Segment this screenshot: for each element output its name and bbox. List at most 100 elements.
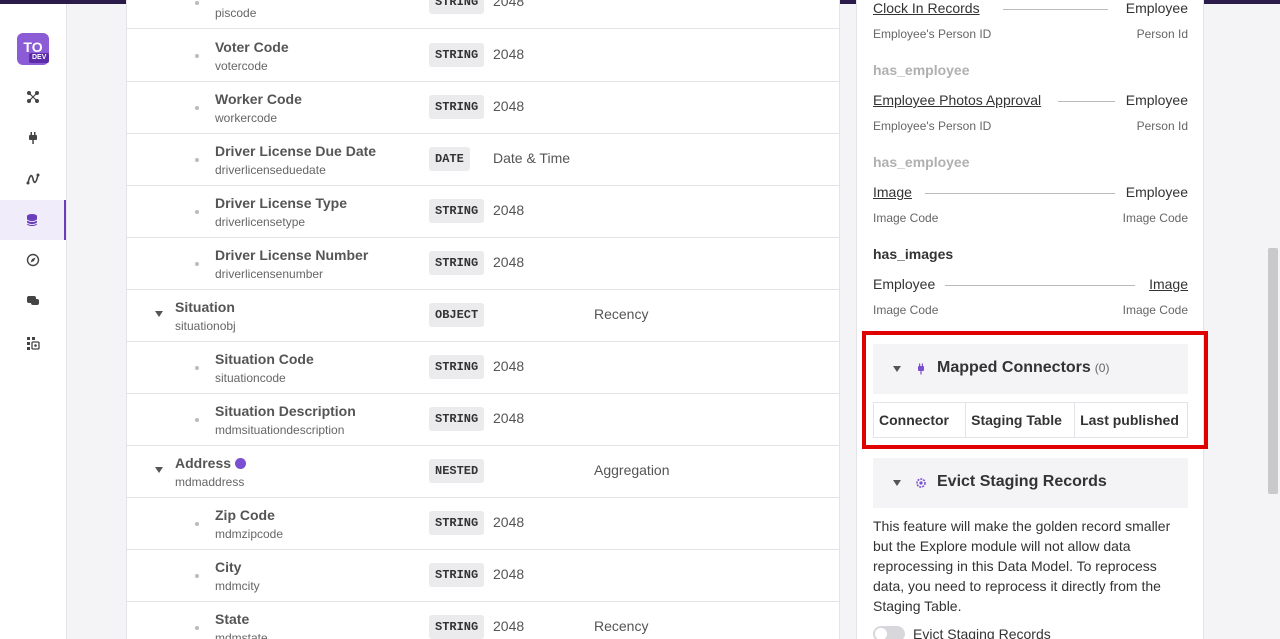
field-row[interactable]: Situation Code situationcode STRING 2048 — [127, 341, 839, 394]
relationship-keys: Image Code Image Code — [873, 211, 1188, 225]
type-badge: STRING — [429, 251, 485, 275]
field-size: Date & Time — [493, 150, 571, 166]
bullet — [195, 106, 199, 110]
field-name: Driver License Number — [215, 247, 369, 263]
field-row-group[interactable]: Situation situationobj OBJECT Recency — [127, 289, 839, 342]
highlight-box — [862, 331, 1208, 449]
type-badge: STRING — [429, 511, 485, 535]
bullet — [195, 262, 199, 266]
bullet — [195, 366, 199, 370]
relationship-line: Image Employee — [873, 184, 1188, 204]
bullet — [195, 54, 199, 58]
field-row[interactable]: Driver License Number driverlicensenumbe… — [127, 237, 839, 290]
network-icon[interactable] — [22, 86, 44, 108]
compass-icon[interactable] — [22, 249, 44, 271]
field-row[interactable]: City mdmcity STRING 2048 — [127, 549, 839, 602]
field-row[interactable]: Voter Code votercode STRING 2048 — [127, 29, 839, 82]
relationship-source-key: Image Code — [873, 211, 939, 225]
type-badge: STRING — [429, 0, 485, 14]
field-row[interactable]: State mdmstate STRING 2048 Recency — [127, 601, 839, 639]
relationship-source-link[interactable]: Employee Photos Approval — [873, 92, 1041, 108]
field-code: driverlicenseduedate — [215, 163, 326, 177]
field-name: Voter Code — [215, 39, 289, 55]
field-size: 2048 — [493, 46, 525, 62]
field-code: mdmstate — [215, 631, 268, 639]
relationship-line: Employee Photos Approval Employee — [873, 92, 1188, 112]
bullet — [195, 418, 199, 422]
bullet — [195, 522, 199, 526]
collapse-caret-icon[interactable] — [155, 467, 163, 473]
field-size: 2048 — [493, 0, 525, 9]
evict-toggle[interactable] — [873, 626, 905, 639]
field-size: 2048 — [493, 410, 525, 426]
field-row-group[interactable]: Address mdmaddress NESTED Aggregation — [127, 445, 839, 498]
database-icon[interactable] — [0, 200, 66, 240]
relationship-source-link[interactable]: Image — [873, 184, 912, 200]
bullet — [195, 1, 199, 5]
relationship-line: Clock In Records Employee — [873, 0, 1188, 20]
sidebar: TO DEV — [0, 4, 67, 639]
details-panel: Clock In Records Employee Employee's Per… — [856, 0, 1204, 639]
field-row[interactable]: Zip Code mdmzipcode STRING 2048 — [127, 497, 839, 550]
type-badge: STRING — [429, 95, 485, 119]
relationship-line: Employee Image — [873, 276, 1188, 296]
grid-settings-icon[interactable] — [22, 332, 44, 354]
relationship-source-link[interactable]: Clock In Records — [873, 0, 980, 16]
evict-staging-header[interactable]: Evict Staging Records — [873, 458, 1188, 508]
scrollbar-thumb[interactable] — [1268, 248, 1278, 494]
field-code: mdmaddress — [175, 475, 245, 489]
field-code: driverlicensetype — [215, 215, 306, 229]
field-name: Situation Code — [215, 351, 314, 367]
nested-icon — [235, 458, 247, 469]
relationship-title: has_images — [873, 246, 954, 262]
env-badge: DEV — [29, 53, 50, 63]
field-name: Worker Code — [215, 91, 302, 107]
collapse-caret-icon[interactable] — [155, 311, 163, 317]
field-code: mdmsituationdescription — [215, 423, 345, 437]
field-code: piscode — [215, 6, 257, 20]
field-code: situationobj — [175, 319, 236, 333]
field-size: 2048 — [493, 618, 525, 634]
relationship-source: Employee — [873, 276, 936, 292]
relationship-title: has_employee — [873, 154, 970, 170]
field-name: City — [215, 559, 242, 575]
relationship-target: Employee — [1125, 0, 1188, 16]
collapse-caret-icon[interactable] — [893, 480, 901, 486]
field-size: 2048 — [493, 254, 525, 270]
plug-icon[interactable] — [22, 127, 44, 149]
field-code: votercode — [215, 59, 268, 73]
workflow-icon[interactable] — [22, 168, 44, 190]
field-name: Situation Description — [215, 403, 356, 419]
relationship-target-link[interactable]: Image — [1149, 276, 1188, 292]
bullet — [195, 210, 199, 214]
field-row[interactable]: Driver License Due Date driverlicensedue… — [127, 133, 839, 186]
field-code: mdmzipcode — [215, 527, 284, 541]
survivorship-rule: Recency — [594, 618, 649, 634]
relationship-source-key: Image Code — [873, 303, 939, 317]
type-badge: STRING — [429, 615, 485, 639]
type-badge: STRING — [429, 199, 485, 223]
field-row[interactable]: piscode STRING 2048 — [127, 0, 839, 29]
field-size: 2048 — [493, 202, 525, 218]
relationship-connector-line — [1003, 9, 1108, 10]
field-row[interactable]: Driver License Type driverlicensetype ST… — [127, 185, 839, 238]
gear-icon — [916, 478, 926, 488]
relationship-title: has_employee — [873, 62, 970, 78]
relationship-target-key: Person Id — [1136, 119, 1188, 133]
app-logo[interactable]: TO DEV — [17, 33, 50, 65]
relationship-connector-line — [1058, 101, 1115, 102]
type-badge: STRING — [429, 43, 485, 67]
field-size: 2048 — [493, 566, 525, 582]
chat-icon[interactable] — [22, 290, 44, 312]
field-row[interactable]: Situation Description mdmsituationdescri… — [127, 393, 839, 446]
section-title: Evict Staging Records — [937, 473, 1107, 490]
field-row[interactable]: Worker Code workercode STRING 2048 — [127, 81, 839, 134]
field-name: Driver License Type — [215, 195, 348, 211]
scrollbar[interactable] — [1266, 4, 1280, 639]
relationship-keys: Employee's Person ID Person Id — [873, 119, 1188, 133]
field-code: situationcode — [215, 371, 286, 385]
field-name: Address — [175, 455, 247, 471]
bullet — [195, 574, 199, 578]
field-size: 2048 — [493, 98, 525, 114]
bullet — [195, 626, 199, 630]
